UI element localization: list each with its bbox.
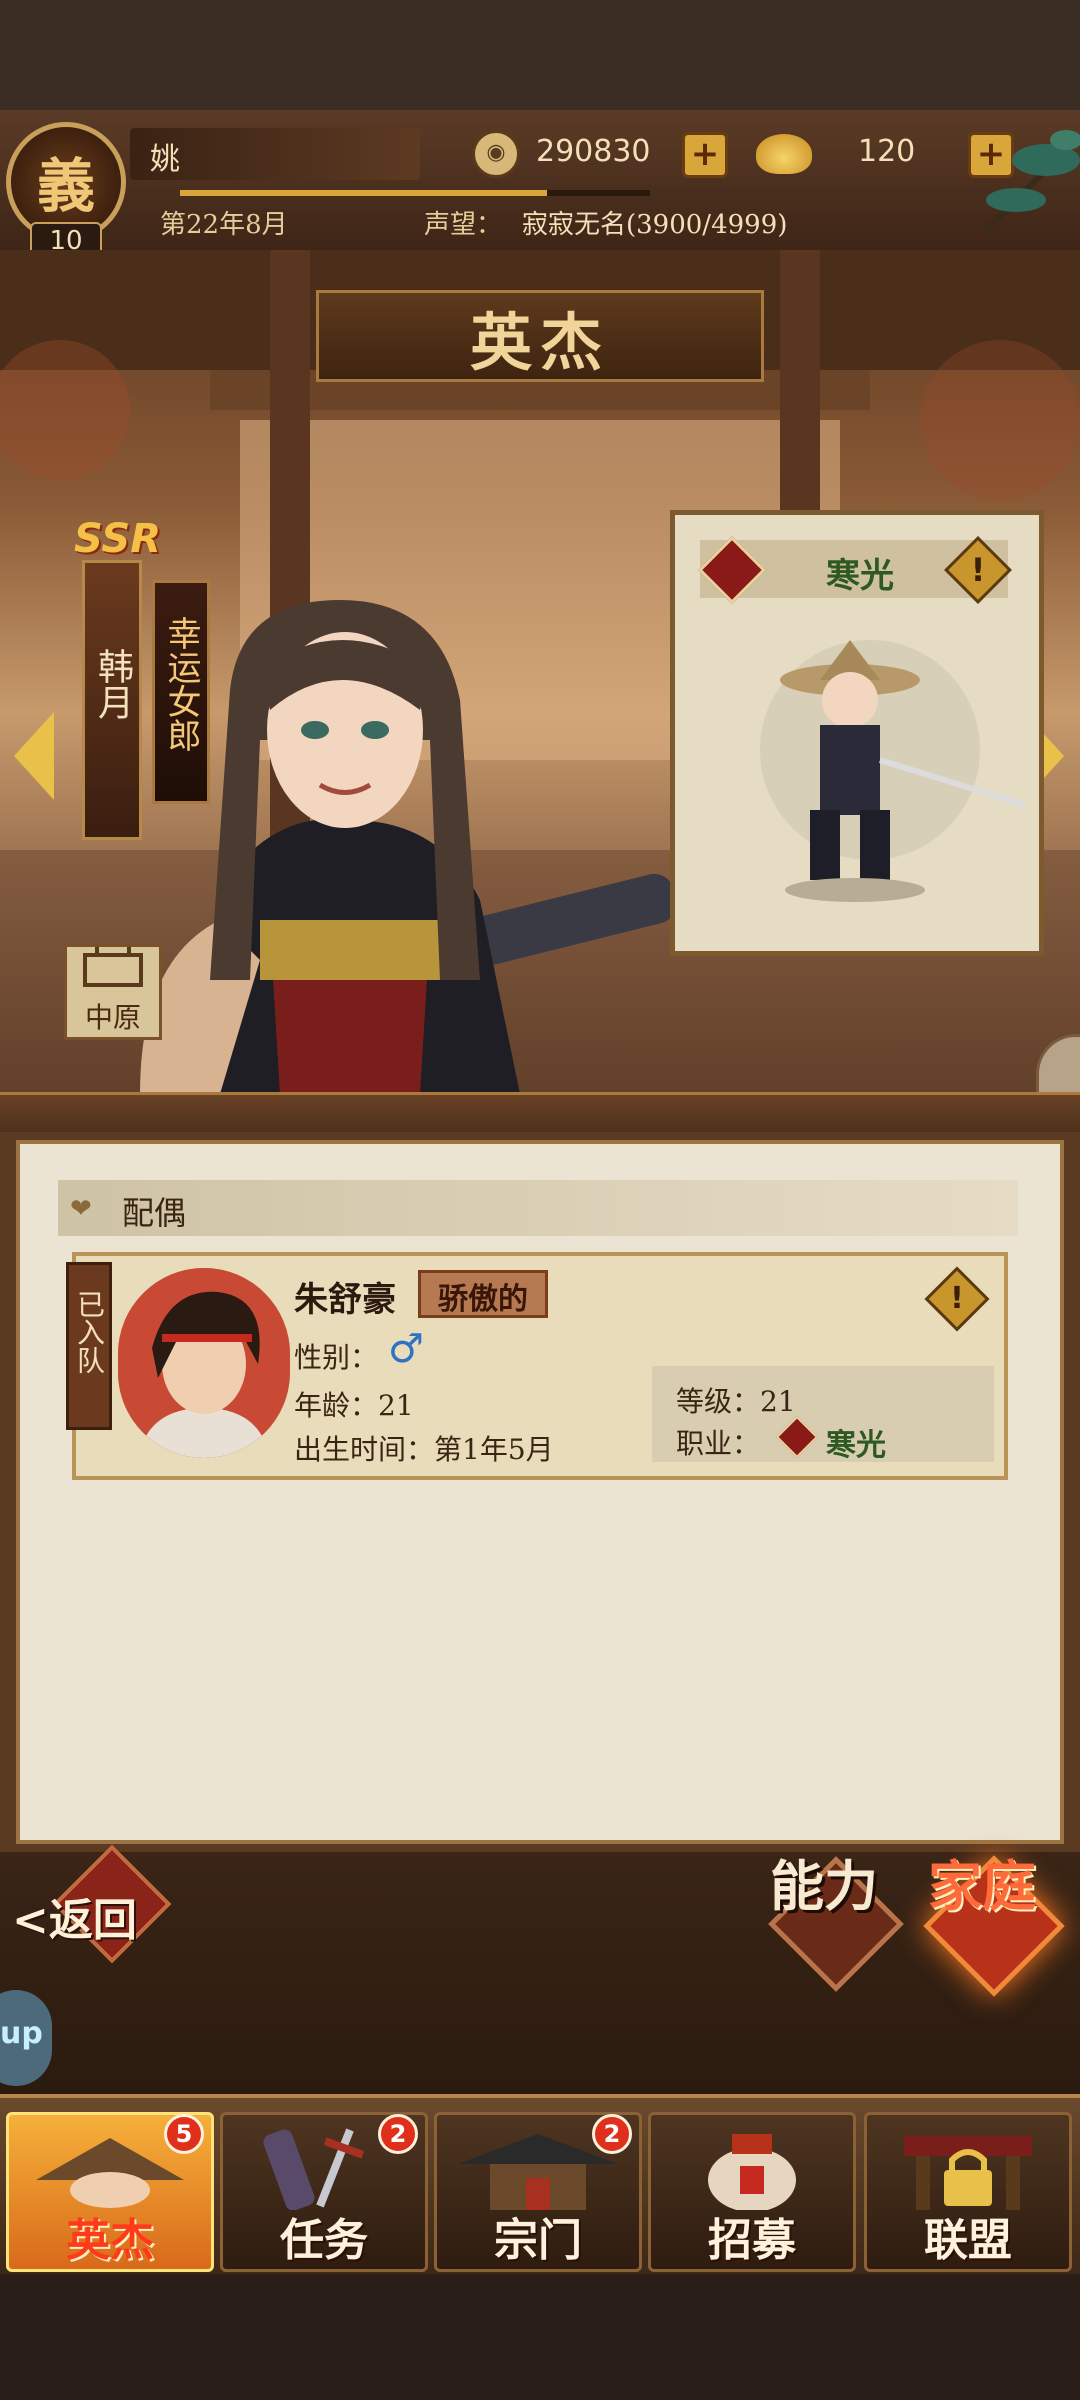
male-icon: ♂ [388, 1326, 424, 1372]
wine-jar-icon [708, 2134, 796, 2210]
trait-label: 骄傲的 [438, 1282, 528, 1317]
add-coins-button[interactable]: + [682, 132, 728, 178]
locked-gate-icon [904, 2136, 1032, 2210]
nav-badge-heroes: 5 [164, 2114, 204, 2154]
family-button[interactable]: 家庭 [928, 1856, 1068, 1916]
spouse-job-name: 寒光 [826, 1428, 886, 1463]
ingot-amount: 120 [858, 134, 916, 169]
nav-label-sect: 宗门 [494, 2215, 582, 2266]
chevron-left-icon: < [12, 1895, 49, 1946]
region-label: 中原 [84, 1001, 141, 1034]
rarity-badge: SSR [74, 516, 161, 562]
exclamation-icon: ! [970, 551, 986, 589]
nav-badge-sect: 2 [592, 2114, 632, 2154]
nav-label-recruit: 招募 [708, 2215, 796, 2266]
spouse-section-header [58, 1180, 1018, 1236]
gender-label: 性别： [294, 1341, 379, 1374]
nav-label-tasks: 任务 [280, 2215, 368, 2266]
game-date: 第22年8月 [160, 210, 288, 240]
nav-badge-tasks: 2 [378, 2114, 418, 2154]
hero-name: 韩月 [92, 648, 133, 720]
birth-date-label: 出生时间：第1年5月 [294, 1433, 554, 1466]
page-title: 英杰 [469, 306, 610, 379]
hero-title: 幸运女郎 [161, 616, 201, 752]
back-button[interactable]: <返回 [12, 1884, 137, 1948]
righteous-emblem-icon: 義 [36, 152, 95, 220]
nav-label-heroes: 英杰 [66, 2215, 154, 2266]
class-name: 寒光 [826, 556, 894, 596]
spouse-section-label: 配偶 [122, 1194, 187, 1232]
spouse-level-value: 21 [760, 1385, 796, 1418]
gold-ingot-icon [756, 134, 812, 174]
spouse-name: 朱舒豪 [294, 1280, 396, 1320]
cauldron-icon [83, 947, 143, 987]
exclamation-icon: ! [950, 1281, 964, 1316]
spouse-portrait [118, 1268, 290, 1458]
nav-label-alliance: 联盟 [924, 2215, 1012, 2266]
pine-branch-icon [983, 130, 1080, 233]
status-bar-area [0, 0, 1080, 110]
player-name: 姚 [150, 142, 180, 177]
previous-hero-arrow-icon[interactable] [14, 712, 54, 800]
reputation-progress [180, 190, 650, 196]
ability-button[interactable]: 能力 [770, 1856, 900, 1916]
floating-bubble-label: up [0, 2016, 43, 2051]
spouse-job-label: 职业： [676, 1427, 761, 1460]
spouse-level-row: 等级：21 [676, 1380, 796, 1420]
chibi-swordsman-sprite [760, 640, 1026, 902]
spouse-level-label: 等级： [676, 1385, 761, 1418]
system-nav-area [0, 2274, 1080, 2400]
joined-team-label: 已入队 [73, 1290, 106, 1374]
reputation-progress-fill [180, 190, 547, 196]
hearts-icon: ❤ [70, 1194, 92, 1224]
reputation-value: 寂寂无名(3900/4999) [522, 210, 788, 240]
age-label: 年龄：21 [294, 1389, 414, 1422]
copper-coin-icon: ◉ [472, 130, 520, 178]
back-label: 返回 [48, 1895, 137, 1946]
action-area [0, 1852, 1080, 2102]
reputation-label: 声望： [424, 210, 503, 240]
coin-amount: 290830 [536, 134, 651, 169]
spouse-avatar[interactable] [118, 1268, 290, 1458]
family-panel [16, 1140, 1064, 1844]
